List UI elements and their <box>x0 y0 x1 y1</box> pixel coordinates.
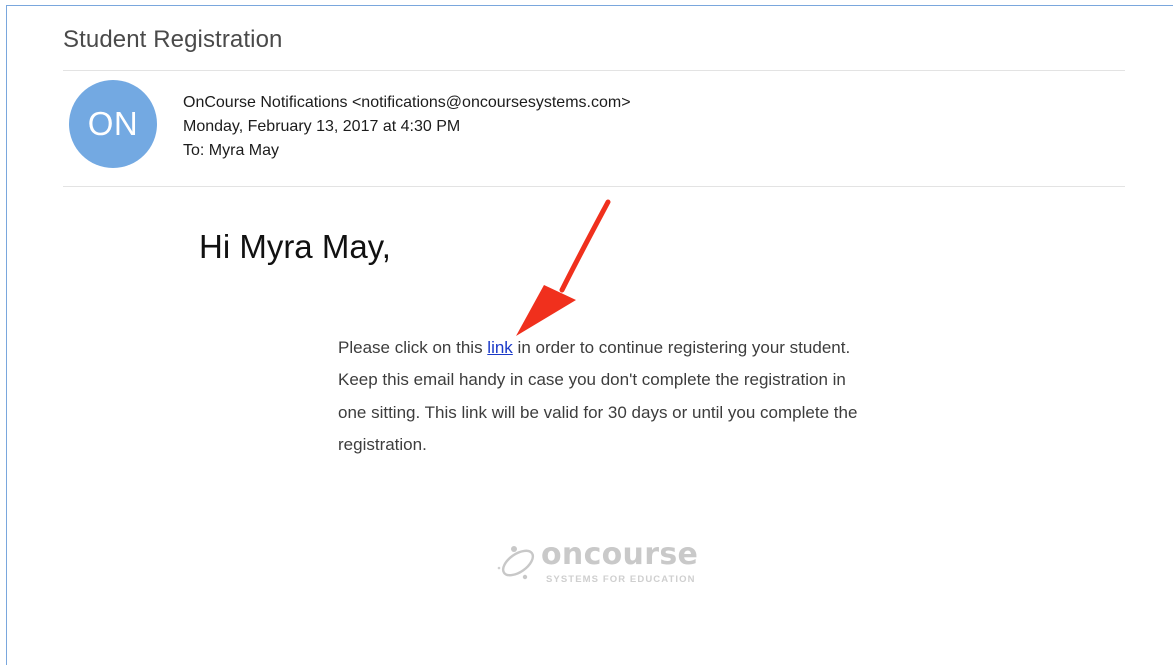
logo-wordmark: oncourse <box>541 537 699 572</box>
avatar: ON <box>69 80 157 168</box>
header-divider <box>63 70 1125 71</box>
body-text-before: Please click on this <box>338 338 488 357</box>
oncourse-logo: oncourse SYSTEMS FOR EDUCATION <box>491 537 721 589</box>
oncourse-logo-mark-icon <box>497 546 535 580</box>
logo-tagline: SYSTEMS FOR EDUCATION <box>546 574 696 585</box>
sent-date: Monday, February 13, 2017 at 4:30 PM <box>183 118 461 135</box>
message-body: Please click on this link in order to co… <box>338 332 868 462</box>
sender[interactable]: OnCourse Notifications <notifications@on… <box>183 91 631 115</box>
email-subject: Student Registration <box>63 26 283 53</box>
email-meta: OnCourse Notifications <notifications@on… <box>183 91 631 163</box>
greeting: Hi Myra May, <box>199 228 391 265</box>
recipient[interactable]: To: Myra May <box>183 139 631 163</box>
body-divider <box>63 186 1125 187</box>
email-window: Student Registration ON OnCourse Notific… <box>6 5 1173 665</box>
registration-link[interactable]: link <box>487 338 513 357</box>
